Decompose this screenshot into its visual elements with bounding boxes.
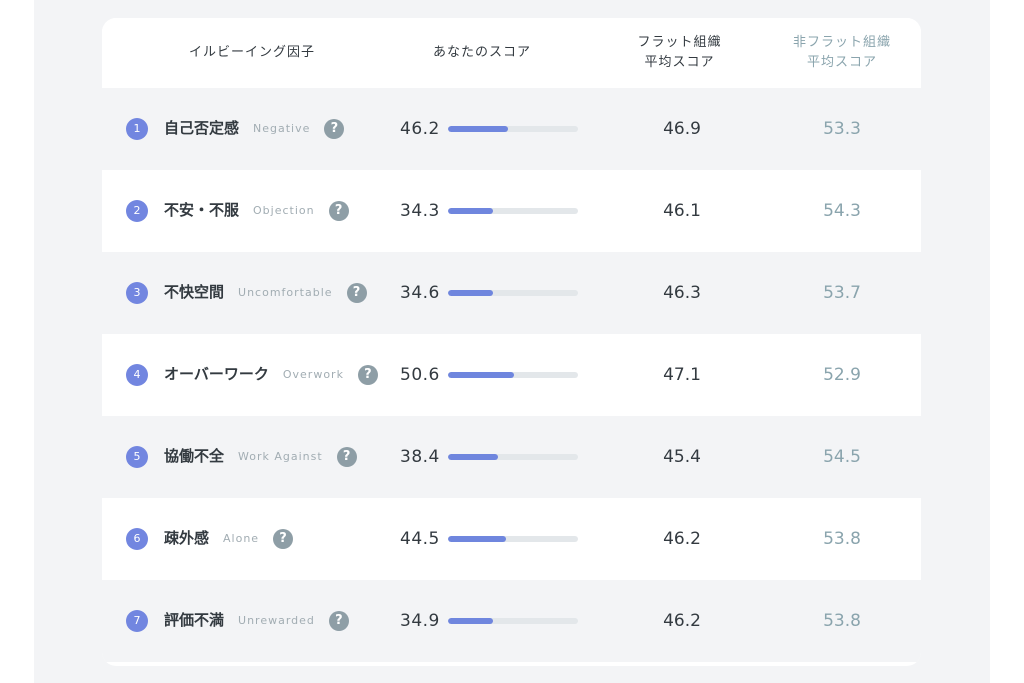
factor-name: 協働不全 (164, 447, 225, 465)
header-nonflat-average: 非フラット組織 平均スコア (757, 18, 921, 88)
your-score-value: 34.9 (400, 611, 440, 631)
table-row: 3 不快空間 Uncomfortable? 34.6 46.3 53.7 (102, 252, 921, 334)
flat-average-value: 46.3 (663, 283, 701, 303)
flat-average-value: 47.1 (663, 365, 701, 385)
row-number-badge: 4 (126, 364, 148, 386)
header-nonflat-line1: 非フラット組織 (792, 35, 891, 50)
your-score-value: 34.3 (400, 201, 440, 221)
flat-average-value: 45.4 (663, 447, 701, 467)
table-row: 6 疎外感 Alone? 44.5 46.2 53.8 (102, 498, 921, 580)
flat-average-value: 46.2 (663, 611, 701, 631)
factor-name: 自己否定感 (164, 119, 240, 137)
score-bar (448, 372, 578, 378)
table-row: 7 評価不満 Unrewarded? 34.9 46.2 53.8 (102, 580, 921, 662)
score-bar (448, 536, 578, 542)
row-number-badge: 5 (126, 446, 148, 468)
factor-english-name: Alone (223, 531, 260, 545)
table-header: イルビーイング因子 あなたのスコア フラット組織 平均スコア 非フラット組織 平… (102, 18, 921, 88)
header-your-score-label: あなたのスコア (432, 45, 531, 60)
your-score-value: 46.2 (400, 119, 440, 139)
row-number-badge: 6 (126, 528, 148, 550)
factor-cell: オーバーワーク Overwork? (164, 362, 378, 387)
nonflat-average-value: 54.3 (823, 201, 861, 221)
row-number-badge: 1 (126, 118, 148, 140)
table-row: 1 自己否定感 Negative? 46.2 46.9 53.3 (102, 88, 921, 170)
header-flat-average: フラット組織 平均スコア (592, 18, 767, 88)
table-row: 2 不安・不服 Objection? 34.3 46.1 54.3 (102, 170, 921, 252)
table-row: 4 オーバーワーク Overwork? 50.6 47.1 52.9 (102, 334, 921, 416)
factor-name: 不快空間 (164, 283, 225, 301)
table-row: 5 協働不全 Work Against? 38.4 45.4 54.5 (102, 416, 921, 498)
your-score-value: 44.5 (400, 529, 440, 549)
your-score-value: 38.4 (400, 447, 440, 467)
nonflat-average-value: 53.3 (823, 119, 861, 139)
flat-average-value: 46.2 (663, 529, 701, 549)
nonflat-average-value: 53.8 (823, 611, 861, 631)
score-bar (448, 208, 578, 214)
factor-english-name: Negative (253, 121, 311, 135)
factor-cell: 協働不全 Work Against? (164, 444, 357, 469)
help-icon[interactable]: ? (328, 200, 349, 221)
flat-average-value: 46.9 (663, 119, 701, 139)
your-score-value: 50.6 (400, 365, 440, 385)
row-number-badge: 3 (126, 282, 148, 304)
help-icon[interactable]: ? (324, 118, 345, 139)
score-bar (448, 454, 578, 460)
header-factor: イルビーイング因子 (132, 18, 372, 88)
score-bar-fill (448, 454, 498, 460)
help-icon[interactable]: ? (336, 446, 357, 467)
factor-name: 不安・不服 (164, 201, 240, 219)
factor-cell: 不安・不服 Objection? (164, 198, 349, 223)
score-bar (448, 618, 578, 624)
factor-cell: 疎外感 Alone? (164, 526, 294, 551)
nonflat-average-value: 52.9 (823, 365, 861, 385)
factor-cell: 不快空間 Uncomfortable? (164, 280, 367, 305)
flat-average-value: 46.1 (663, 201, 701, 221)
header-factor-label: イルビーイング因子 (188, 45, 315, 60)
nonflat-average-value: 53.7 (823, 283, 861, 303)
header-your-score: あなたのスコア (392, 18, 572, 88)
factor-name: 疎外感 (164, 529, 210, 547)
help-icon[interactable]: ? (328, 610, 349, 631)
factor-cell: 評価不満 Unrewarded? (164, 608, 349, 633)
row-number-badge: 7 (126, 610, 148, 632)
factor-english-name: Unrewarded (238, 613, 315, 627)
score-table: イルビーイング因子 あなたのスコア フラット組織 平均スコア 非フラット組織 平… (102, 18, 921, 666)
help-icon[interactable]: ? (273, 528, 294, 549)
score-bar-fill (448, 618, 493, 624)
factor-english-name: Objection (253, 203, 315, 217)
score-bar (448, 126, 578, 132)
score-bar-fill (448, 536, 506, 542)
header-flat-line1: フラット組織 (637, 35, 722, 50)
factor-cell: 自己否定感 Negative? (164, 116, 345, 141)
factor-name: オーバーワーク (164, 365, 269, 383)
header-flat-line2: 平均スコア (644, 55, 715, 70)
help-icon[interactable]: ? (357, 364, 378, 385)
your-score-value: 34.6 (400, 283, 440, 303)
header-nonflat-line2: 平均スコア (806, 55, 877, 70)
score-bar-fill (448, 372, 514, 378)
score-bar-fill (448, 208, 493, 214)
help-icon[interactable]: ? (346, 282, 367, 303)
nonflat-average-value: 53.8 (823, 529, 861, 549)
row-number-badge: 2 (126, 200, 148, 222)
factor-english-name: Uncomfortable (238, 285, 333, 299)
factor-english-name: Work Against (238, 449, 323, 463)
score-bar-fill (448, 126, 508, 132)
score-bar (448, 290, 578, 296)
factor-name: 評価不満 (164, 611, 225, 629)
nonflat-average-value: 54.5 (823, 447, 861, 467)
score-bar-fill (448, 290, 493, 296)
factor-english-name: Overwork (282, 367, 344, 381)
